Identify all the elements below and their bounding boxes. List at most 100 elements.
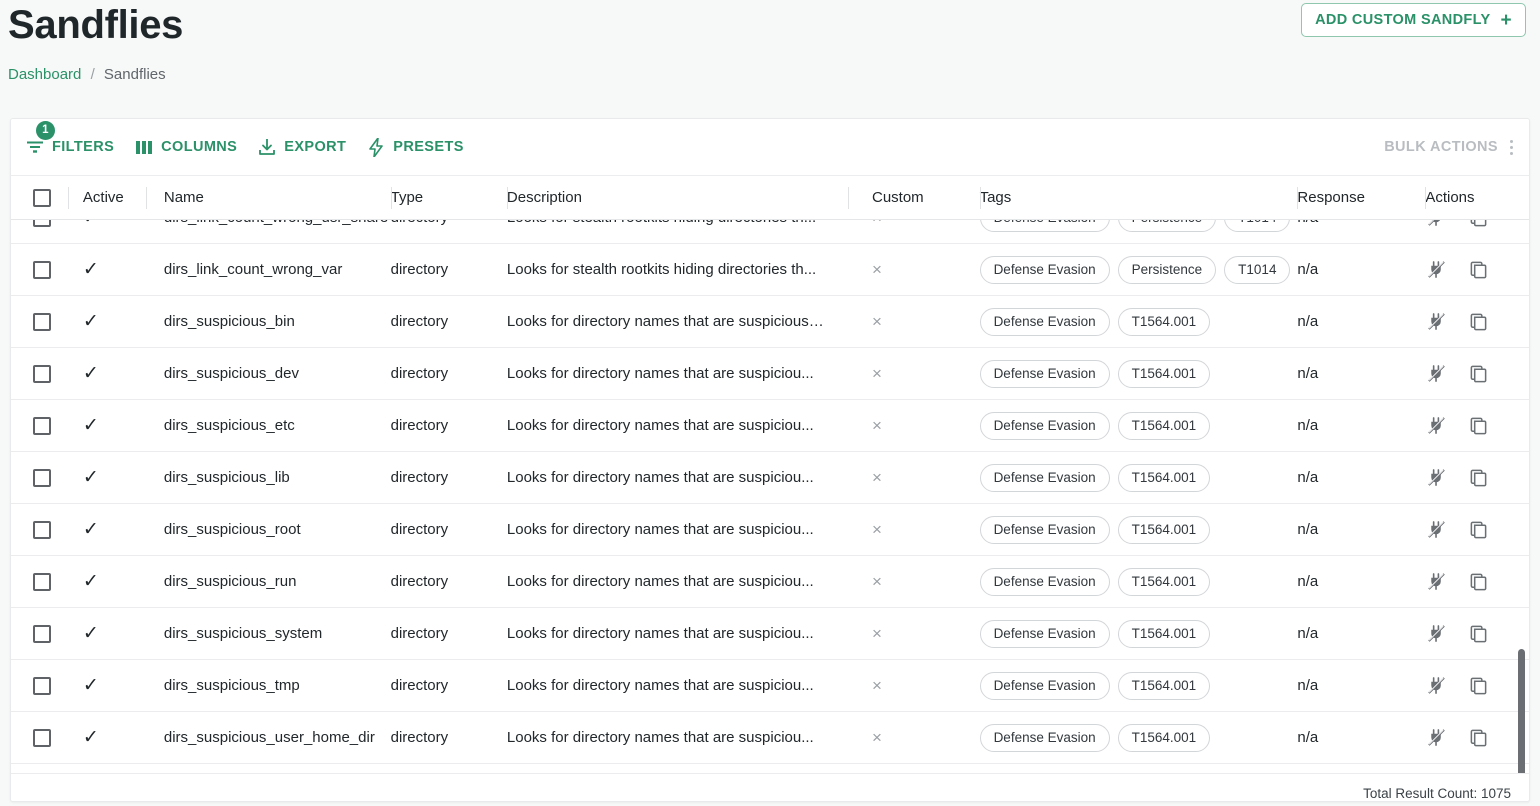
tag-chip[interactable]: T1014 xyxy=(1224,220,1291,232)
tag-chip[interactable]: T1014 xyxy=(1224,255,1291,284)
row-name-cell[interactable]: dirs_suspicious_root xyxy=(146,504,391,555)
table-row[interactable]: ✓ dirs_suspicious_dev directory Looks for d… xyxy=(11,348,1529,400)
tag-chip[interactable]: T1564.001 xyxy=(1117,723,1211,752)
tag-chip[interactable]: T1564.001 xyxy=(1117,307,1211,336)
tag-chip[interactable]: Defense Evasion xyxy=(979,359,1110,388)
vertical-scrollbar-track[interactable] xyxy=(1516,265,1527,773)
add-custom-sandfly-button[interactable]: ADD CUSTOM SANDFLY + xyxy=(1301,3,1526,37)
select-all-checkbox[interactable] xyxy=(33,188,51,207)
row-name-cell[interactable]: dirs_suspicious_system xyxy=(146,608,391,659)
row-name-cell[interactable]: dirs_suspicious_lib xyxy=(146,452,391,503)
copy-icon[interactable] xyxy=(1467,571,1489,593)
plug-disabled-icon[interactable] xyxy=(1425,675,1447,697)
column-header-active[interactable]: Active xyxy=(67,176,146,220)
columns-button[interactable]: COLUMNS xyxy=(134,130,237,164)
copy-icon[interactable] xyxy=(1467,675,1489,697)
plug-disabled-icon[interactable] xyxy=(1425,623,1447,645)
row-name-cell[interactable]: dirs_link_count_wrong_var xyxy=(146,244,391,295)
copy-icon[interactable] xyxy=(1467,467,1489,489)
tag-chip[interactable]: T1564.001 xyxy=(1117,515,1211,544)
row-checkbox[interactable] xyxy=(33,260,51,279)
tag-chip[interactable]: Defense Evasion xyxy=(979,220,1110,232)
row-name-cell[interactable]: dirs_suspicious_user_home_dir xyxy=(146,712,391,763)
table-row[interactable]: ✓ dirs_suspicious_user_home_dir directory L… xyxy=(11,712,1529,764)
column-header-description[interactable]: Description xyxy=(506,176,848,220)
plug-disabled-icon[interactable] xyxy=(1425,467,1447,489)
table-row[interactable]: ✓ dirs_suspicious_etc directory Looks for d… xyxy=(11,400,1529,452)
plug-disabled-icon[interactable] xyxy=(1425,259,1447,281)
table-row[interactable]: ✓ dirs_link_count_wrong_var directory Looks… xyxy=(11,244,1529,296)
row-name-cell[interactable]: dirs_suspicious_bin xyxy=(146,296,391,347)
tag-chip[interactable]: T1564.001 xyxy=(1117,567,1211,596)
row-name-cell[interactable]: dirs_link_count_wrong_usr_share xyxy=(146,220,391,243)
row-name-cell[interactable]: dirs_suspicious_tmp xyxy=(146,660,391,711)
plug-disabled-icon[interactable] xyxy=(1425,415,1447,437)
plug-disabled-icon[interactable] xyxy=(1425,311,1447,333)
row-checkbox[interactable] xyxy=(33,416,51,435)
table-row[interactable]: ✓ dirs_suspicious_tmp directory Looks for d… xyxy=(11,660,1529,712)
presets-button[interactable]: PRESETS xyxy=(366,130,464,164)
tag-chip[interactable]: Defense Evasion xyxy=(979,567,1110,596)
breadcrumb-dashboard-link[interactable]: Dashboard xyxy=(8,66,81,83)
table-row[interactable]: ✓ dirs_suspicious_run directory Looks for d… xyxy=(11,556,1529,608)
tag-chip[interactable]: T1564.001 xyxy=(1117,359,1211,388)
row-checkbox[interactable] xyxy=(33,624,51,643)
table-row[interactable]: ✓ dirs_link_count_wrong_usr_sharedirector… xyxy=(11,220,1529,244)
filter-icon xyxy=(25,137,45,157)
copy-icon[interactable] xyxy=(1467,311,1489,333)
row-checkbox[interactable] xyxy=(33,312,51,331)
column-header-response[interactable]: Response xyxy=(1297,176,1425,220)
tag-chip[interactable]: Defense Evasion xyxy=(979,515,1110,544)
tag-chip[interactable]: Persistence xyxy=(1117,255,1217,284)
tag-chip[interactable]: Defense Evasion xyxy=(979,723,1110,752)
copy-icon[interactable] xyxy=(1467,259,1489,281)
tag-chip[interactable]: Persistence xyxy=(1117,220,1217,232)
tag-chip[interactable]: T1564.001 xyxy=(1117,411,1211,440)
plug-disabled-icon[interactable] xyxy=(1425,363,1447,385)
row-checkbox[interactable] xyxy=(33,676,51,695)
tag-chip[interactable]: Defense Evasion xyxy=(979,671,1110,700)
row-checkbox[interactable] xyxy=(33,572,51,591)
tag-chip[interactable]: Defense Evasion xyxy=(979,411,1110,440)
column-header-actions[interactable]: Actions xyxy=(1425,176,1529,220)
copy-icon[interactable] xyxy=(1467,727,1489,749)
table-row[interactable]: ✓ dirs_suspicious_lib directory Looks for d… xyxy=(11,452,1529,504)
tag-chip[interactable]: T1564.001 xyxy=(1117,463,1211,492)
row-checkbox[interactable] xyxy=(33,468,51,487)
filters-button[interactable]: 1 FILTERS xyxy=(25,121,114,164)
tag-chip[interactable]: T1564.001 xyxy=(1117,619,1211,648)
tag-chip[interactable]: T1564.001 xyxy=(1117,671,1211,700)
plug-disabled-icon[interactable] xyxy=(1425,220,1447,229)
tag-chip[interactable]: Defense Evasion xyxy=(979,307,1110,336)
row-name-cell[interactable]: dirs_suspicious_etc xyxy=(146,400,391,451)
row-name-cell[interactable]: dirs_suspicious_run xyxy=(146,556,391,607)
row-name-cell[interactable]: dirs_suspicious_dev xyxy=(146,348,391,399)
table-row[interactable]: ✓ dirs_suspicious_system directory Looks fo… xyxy=(11,608,1529,660)
plug-disabled-icon[interactable] xyxy=(1425,727,1447,749)
column-header-response-label: Response xyxy=(1297,189,1365,206)
row-checkbox[interactable] xyxy=(33,728,51,747)
table-row[interactable]: ✓ dirs_suspicious_bin directory Looks for d… xyxy=(11,296,1529,348)
row-checkbox[interactable] xyxy=(33,520,51,539)
copy-icon[interactable] xyxy=(1467,415,1489,437)
column-header-tags[interactable]: Tags xyxy=(979,176,1298,220)
plug-disabled-icon[interactable] xyxy=(1425,519,1447,541)
tag-chip[interactable]: Defense Evasion xyxy=(979,619,1110,648)
column-header-custom[interactable]: Custom xyxy=(848,176,980,220)
tag-chip[interactable]: Defense Evasion xyxy=(979,255,1110,284)
copy-icon[interactable] xyxy=(1467,519,1489,541)
plug-disabled-icon[interactable] xyxy=(1425,571,1447,593)
copy-icon[interactable] xyxy=(1467,623,1489,645)
tag-chip[interactable]: Defense Evasion xyxy=(979,463,1110,492)
bulk-actions-group[interactable]: BULK ACTIONS xyxy=(1384,139,1513,155)
kebab-menu-icon[interactable] xyxy=(1510,139,1513,155)
column-header-name[interactable]: Name xyxy=(145,176,391,220)
column-header-type[interactable]: Type xyxy=(390,176,507,220)
copy-icon[interactable] xyxy=(1467,220,1489,229)
row-checkbox[interactable] xyxy=(33,220,51,227)
copy-icon[interactable] xyxy=(1467,363,1489,385)
row-checkbox[interactable] xyxy=(33,364,51,383)
export-button[interactable]: EXPORT xyxy=(257,130,346,164)
vertical-scrollbar-thumb[interactable] xyxy=(1518,649,1525,773)
table-row[interactable]: ✓ dirs_suspicious_root directory Looks for … xyxy=(11,504,1529,556)
